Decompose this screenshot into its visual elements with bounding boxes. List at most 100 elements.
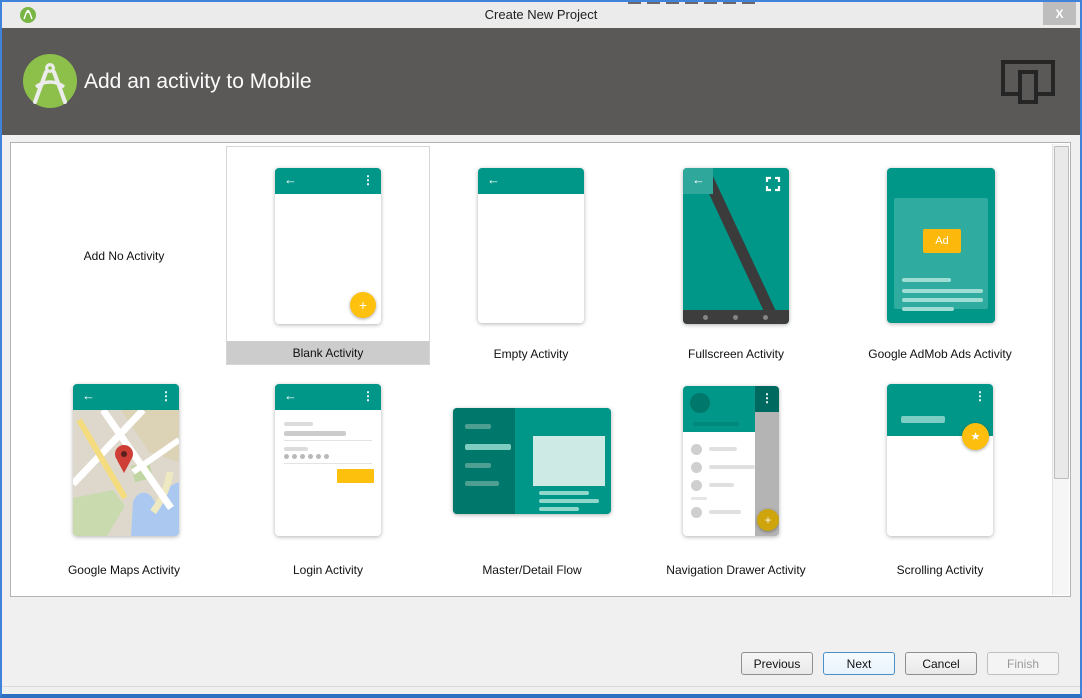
list-item-icon: [691, 480, 702, 491]
fab-star-icon: ★: [962, 423, 989, 450]
android-studio-logo: [23, 54, 77, 108]
activity-gallery: Add No Activity ← ⋮ + Blank Activity ← E…: [10, 142, 1071, 597]
window-title: Create New Project: [484, 7, 598, 22]
nav-bar: [683, 310, 789, 324]
placeholder-line: [465, 424, 491, 429]
activity-label: Login Activity: [292, 563, 364, 577]
list-item-icon: [691, 444, 702, 455]
nav-recents-dot: [763, 315, 768, 320]
placeholder-line: [902, 289, 983, 293]
placeholder-line: [902, 307, 954, 311]
mobile-tablet-form-factor-icon: [1001, 60, 1055, 104]
drawer-header: [683, 386, 755, 432]
divider-line: [691, 497, 707, 500]
fullscreen-icon: [765, 176, 781, 192]
activity-label: Scrolling Activity: [896, 563, 984, 577]
ad-badge: Ad: [923, 229, 961, 253]
placeholder-line: [539, 507, 579, 511]
password-dot: [316, 454, 321, 459]
map-preview: [73, 410, 179, 536]
previous-button[interactable]: Previous: [741, 652, 813, 675]
activity-label: Google AdMob Ads Activity: [868, 347, 1012, 361]
app-bar: ←: [478, 168, 584, 194]
activity-item-navigation-drawer-activity[interactable]: ⋮ +: [683, 386, 779, 536]
list-item-line: [709, 465, 755, 469]
master-list-panel: [453, 408, 515, 514]
overflow-menu-icon: ⋮: [362, 389, 374, 403]
activity-item-empty-activity[interactable]: ←: [478, 168, 584, 323]
close-icon: X: [1055, 6, 1064, 21]
wizard-title: Add an activity to Mobile: [84, 70, 312, 93]
placeholder-line: [465, 444, 511, 450]
gallery-scrollbar[interactable]: [1052, 144, 1069, 595]
ad-content-panel: Ad: [894, 198, 988, 311]
app-bar: ⋮: [755, 386, 779, 412]
list-item-line: [709, 447, 737, 451]
placeholder-line: [693, 422, 739, 426]
activity-item-google-admob-ads-activity[interactable]: Ad: [887, 168, 995, 323]
password-dot: [308, 454, 313, 459]
placeholder-line: [539, 491, 589, 495]
blank-activity-thumbnail: ← ⋮ +: [275, 168, 381, 324]
placeholder-line: [902, 298, 983, 302]
back-arrow-icon: ←: [82, 388, 95, 403]
field-label-placeholder: [284, 422, 313, 426]
activity-item-scrolling-activity[interactable]: ⋮ ★: [887, 384, 993, 536]
activity-label: Blank Activity: [227, 341, 429, 364]
app-bar: ← ⋮: [275, 168, 381, 194]
activity-item-google-maps-activity[interactable]: ← ⋮: [73, 384, 179, 536]
title-placeholder: [901, 416, 945, 423]
activity-item-add-no-activity[interactable]: Add No Activity: [22, 146, 226, 365]
activity-label: Add No Activity: [83, 248, 165, 263]
activity-item-blank-activity[interactable]: ← ⋮ + Blank Activity: [226, 146, 430, 365]
activity-item-login-activity[interactable]: ← ⋮: [275, 384, 381, 536]
fab-plus-icon: +: [757, 509, 779, 531]
password-dot: [292, 454, 297, 459]
activity-label: Google Maps Activity: [67, 563, 181, 577]
cancel-button[interactable]: Cancel: [905, 652, 977, 675]
list-item-icon: [691, 507, 702, 518]
password-dot: [300, 454, 305, 459]
back-arrow-icon: ←: [487, 172, 500, 187]
wizard-header: Add an activity to Mobile: [2, 28, 1080, 135]
placeholder-line: [902, 278, 951, 282]
overflow-menu-icon: ⋮: [974, 389, 986, 403]
back-arrow-icon: ←: [284, 172, 297, 187]
input-text-placeholder: [284, 431, 346, 436]
list-item-line: [709, 483, 734, 487]
placeholder-line: [539, 499, 599, 503]
sign-in-button-placeholder: [337, 469, 374, 483]
detail-image-placeholder: [533, 436, 605, 486]
footer-divider: [2, 686, 1080, 687]
finish-button[interactable]: Finish: [987, 652, 1059, 675]
nav-back-dot: [703, 315, 708, 320]
field-label-placeholder: [284, 447, 308, 451]
app-bar: ← ⋮: [275, 384, 381, 410]
activity-item-fullscreen-activity[interactable]: ←: [683, 168, 789, 324]
password-dot: [324, 454, 329, 459]
back-arrow-icon: ←: [692, 172, 705, 187]
overflow-menu-icon: ⋮: [362, 173, 374, 187]
list-item-icon: [691, 462, 702, 473]
overflow-menu-icon: ⋮: [160, 389, 172, 403]
avatar: [690, 393, 710, 413]
fab-plus-icon: +: [350, 292, 376, 318]
title-bar[interactable]: Create New Project X: [2, 2, 1080, 28]
scrollbar-thumb[interactable]: [1054, 146, 1069, 479]
placeholder-line: [465, 463, 491, 468]
activity-label: Fullscreen Activity: [687, 347, 785, 361]
nav-home-dot: [733, 315, 738, 320]
close-button[interactable]: X: [1043, 2, 1076, 25]
input-underline: [284, 440, 372, 441]
next-button[interactable]: Next: [823, 652, 895, 675]
activity-label: Master/Detail Flow: [482, 563, 582, 577]
activity-label: Empty Activity: [493, 347, 569, 361]
background-window-artifact: [628, 0, 758, 4]
activity-label: Navigation Drawer Activity: [666, 563, 806, 577]
back-arrow-icon: ←: [284, 388, 297, 403]
password-dot: [284, 454, 289, 459]
activity-item-master-detail-flow[interactable]: [453, 408, 611, 514]
app-bar: ← ⋮: [73, 384, 179, 410]
placeholder-line: [465, 481, 499, 486]
list-item-line: [709, 510, 741, 514]
